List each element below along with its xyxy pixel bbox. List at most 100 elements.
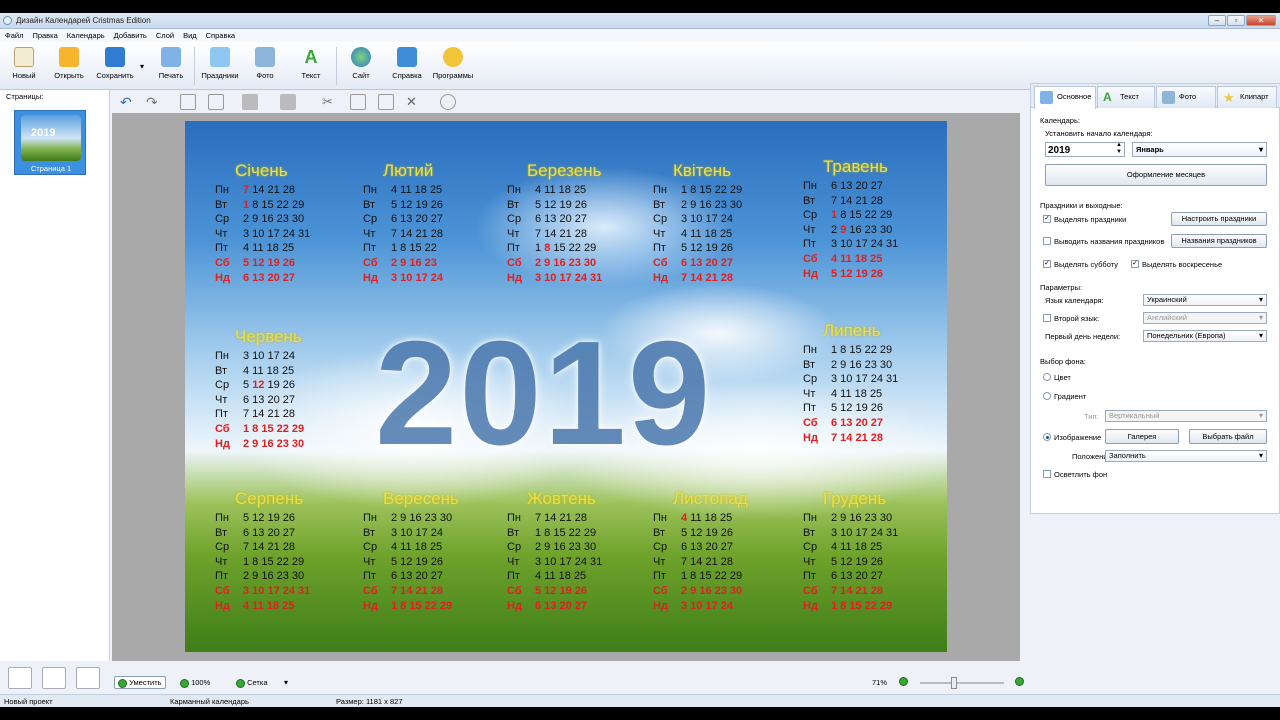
setup-holidays-button[interactable]: Настроить праздники <box>1171 212 1267 226</box>
week-row: Сб 2 9 16 23 30 <box>653 585 748 600</box>
week-row: Ср 6 13 20 27 <box>653 541 748 556</box>
year-spinner-icon[interactable]: ▲ ▼ <box>1114 142 1124 157</box>
menu-edit[interactable]: Правка <box>27 29 61 40</box>
month-name: Січень <box>235 161 288 180</box>
bg-gradient-radio[interactable] <box>1043 392 1051 400</box>
month-name: Квітень <box>673 161 732 180</box>
open-button[interactable]: Открыть <box>50 45 88 87</box>
menu-add[interactable]: Добавить <box>109 29 151 40</box>
distribute-icon[interactable] <box>280 94 296 110</box>
week-row: Ср 4 11 18 25 <box>803 541 898 556</box>
day-numbers: 5 12 19 26 <box>831 267 883 280</box>
copy-icon[interactable] <box>350 94 366 110</box>
cut-icon[interactable]: ✂ <box>322 94 338 110</box>
show-holiday-names-label: Выводить названия праздников <box>1054 237 1165 246</box>
calendar-section-label: Календарь: <box>1040 116 1080 125</box>
second-lang-checkbox[interactable] <box>1043 314 1051 322</box>
tab-text[interactable]: A Текст <box>1097 86 1155 108</box>
help-book-icon <box>397 47 417 67</box>
align-icon[interactable] <box>242 94 258 110</box>
add-page-icon[interactable] <box>8 667 32 689</box>
week-row: Пн 7 14 21 28 <box>215 184 310 199</box>
menu-bar: Файл Правка Календарь Добавить Слой Вид Справк… <box>0 29 1280 42</box>
maximize-icon[interactable]: ▫ <box>1227 15 1245 26</box>
second-lang-select[interactable]: Английский <box>1143 312 1267 324</box>
months-design-button[interactable]: Оформление месяцев <box>1045 164 1267 186</box>
page-thumbnail[interactable]: 2019 Страница 1 <box>14 110 86 175</box>
help-button[interactable]: Справка <box>390 45 424 87</box>
position-select[interactable]: Заполнить <box>1105 450 1267 462</box>
duplicate-page-icon[interactable] <box>42 667 66 689</box>
weekday-label: Чт <box>363 555 376 568</box>
programs-button[interactable]: Программы <box>432 45 474 87</box>
fit-button[interactable]: Уместить <box>114 676 166 689</box>
holidays-button[interactable]: Праздники <box>200 45 240 87</box>
delete-page-icon[interactable] <box>76 667 100 689</box>
first-day-select[interactable]: Понедельник (Европа) <box>1143 330 1267 342</box>
undo-icon[interactable]: ↶ <box>120 94 136 110</box>
weekday-label: Пн <box>653 512 667 524</box>
minimize-icon[interactable]: – <box>1208 15 1226 26</box>
day-numbers: 2 9 16 23 30 <box>243 570 305 583</box>
zoom-in-icon[interactable] <box>1015 677 1024 687</box>
zoom-100-button[interactable]: 100% <box>180 678 210 688</box>
highlight-sunday-checkbox[interactable]: ✓ <box>1131 260 1139 268</box>
close-icon[interactable]: ✕ <box>1246 15 1276 26</box>
weekday-label: Вт <box>507 526 520 539</box>
day-numbers: 6 13 20 27 <box>831 570 883 583</box>
week-row: Вт 3 10 17 24 31 <box>803 527 898 542</box>
day-numbers: 5 12 19 26 <box>243 256 295 269</box>
calendar-page[interactable]: 2019 Січень Пн 7 14 21 28 Вт 1 8 15 22 29 Ср 2… <box>185 121 947 652</box>
tab-photo[interactable]: Фото <box>1156 86 1216 108</box>
week-row: Нд 2 9 16 23 30 <box>215 438 304 453</box>
weekday-label: Чт <box>507 227 520 240</box>
highlight-holidays-label: Выделять праздники <box>1054 215 1127 224</box>
menu-file[interactable]: Файл <box>0 29 27 40</box>
bg-color-radio[interactable] <box>1043 373 1051 381</box>
menu-view[interactable]: Вид <box>178 29 201 40</box>
photo-button[interactable]: Фото <box>250 45 280 87</box>
type-select[interactable]: Вертикальный <box>1105 410 1267 422</box>
print-button[interactable]: Печать <box>154 45 188 87</box>
second-lang-label: Второй язык: <box>1054 314 1100 323</box>
choose-file-button[interactable]: Выбрать файл <box>1189 429 1267 444</box>
zoom-slider-thumb[interactable] <box>950 677 957 689</box>
zoom-slider[interactable] <box>920 677 1004 689</box>
holiday-names-button[interactable]: Названия праздников <box>1171 234 1267 248</box>
save-button[interactable]: Сохранить <box>94 45 136 87</box>
show-holiday-names-checkbox[interactable] <box>1043 237 1051 245</box>
text-button[interactable]: A Текст <box>296 45 326 87</box>
week-row: Ср 5 12 19 26 <box>215 379 304 394</box>
weekday-label: Сб <box>215 256 230 269</box>
paste-icon[interactable] <box>378 94 394 110</box>
bring-forward-icon[interactable] <box>180 94 196 110</box>
highlight-holidays-checkbox[interactable]: ✓ <box>1043 215 1051 223</box>
new-button[interactable]: Новый <box>8 45 40 87</box>
redo-icon[interactable]: ↷ <box>146 94 162 110</box>
week-row: Чт 2 9 16 23 30 <box>803 224 898 239</box>
properties-icon[interactable] <box>440 94 456 110</box>
week-row: Нд 3 10 17 24 <box>653 600 748 615</box>
lang-select[interactable]: Украинский <box>1143 294 1267 306</box>
highlight-saturday-checkbox[interactable]: ✓ <box>1043 260 1051 268</box>
grid-dropdown-icon[interactable]: ▾ <box>284 678 288 687</box>
month-select[interactable]: Январь <box>1132 142 1267 157</box>
delete-icon[interactable]: ✕ <box>406 94 422 110</box>
grid-button[interactable]: Сетка <box>236 678 267 688</box>
site-button[interactable]: Сайт <box>346 45 376 87</box>
tab-main[interactable]: Основное <box>1034 86 1096 109</box>
bg-image-radio[interactable] <box>1043 433 1051 441</box>
gallery-button[interactable]: Галерея <box>1105 429 1179 444</box>
tab-clipart[interactable]: ★ Клипарт <box>1217 86 1277 108</box>
status-calendar-type: Карманный календарь <box>170 697 249 706</box>
send-backward-icon[interactable] <box>208 94 224 110</box>
lighten-bg-checkbox[interactable] <box>1043 470 1051 478</box>
weekday-label: Нд <box>215 271 230 284</box>
menu-help[interactable]: Справка <box>201 29 239 40</box>
menu-calendar[interactable]: Календарь <box>62 29 109 40</box>
menu-layer[interactable]: Слой <box>151 29 178 40</box>
year-input[interactable]: 2019 <box>1045 142 1125 157</box>
zoom-out-icon[interactable] <box>899 677 908 687</box>
day-numbers: 1 8 15 22 29 <box>243 198 305 211</box>
year-title[interactable]: 2019 <box>375 309 712 479</box>
